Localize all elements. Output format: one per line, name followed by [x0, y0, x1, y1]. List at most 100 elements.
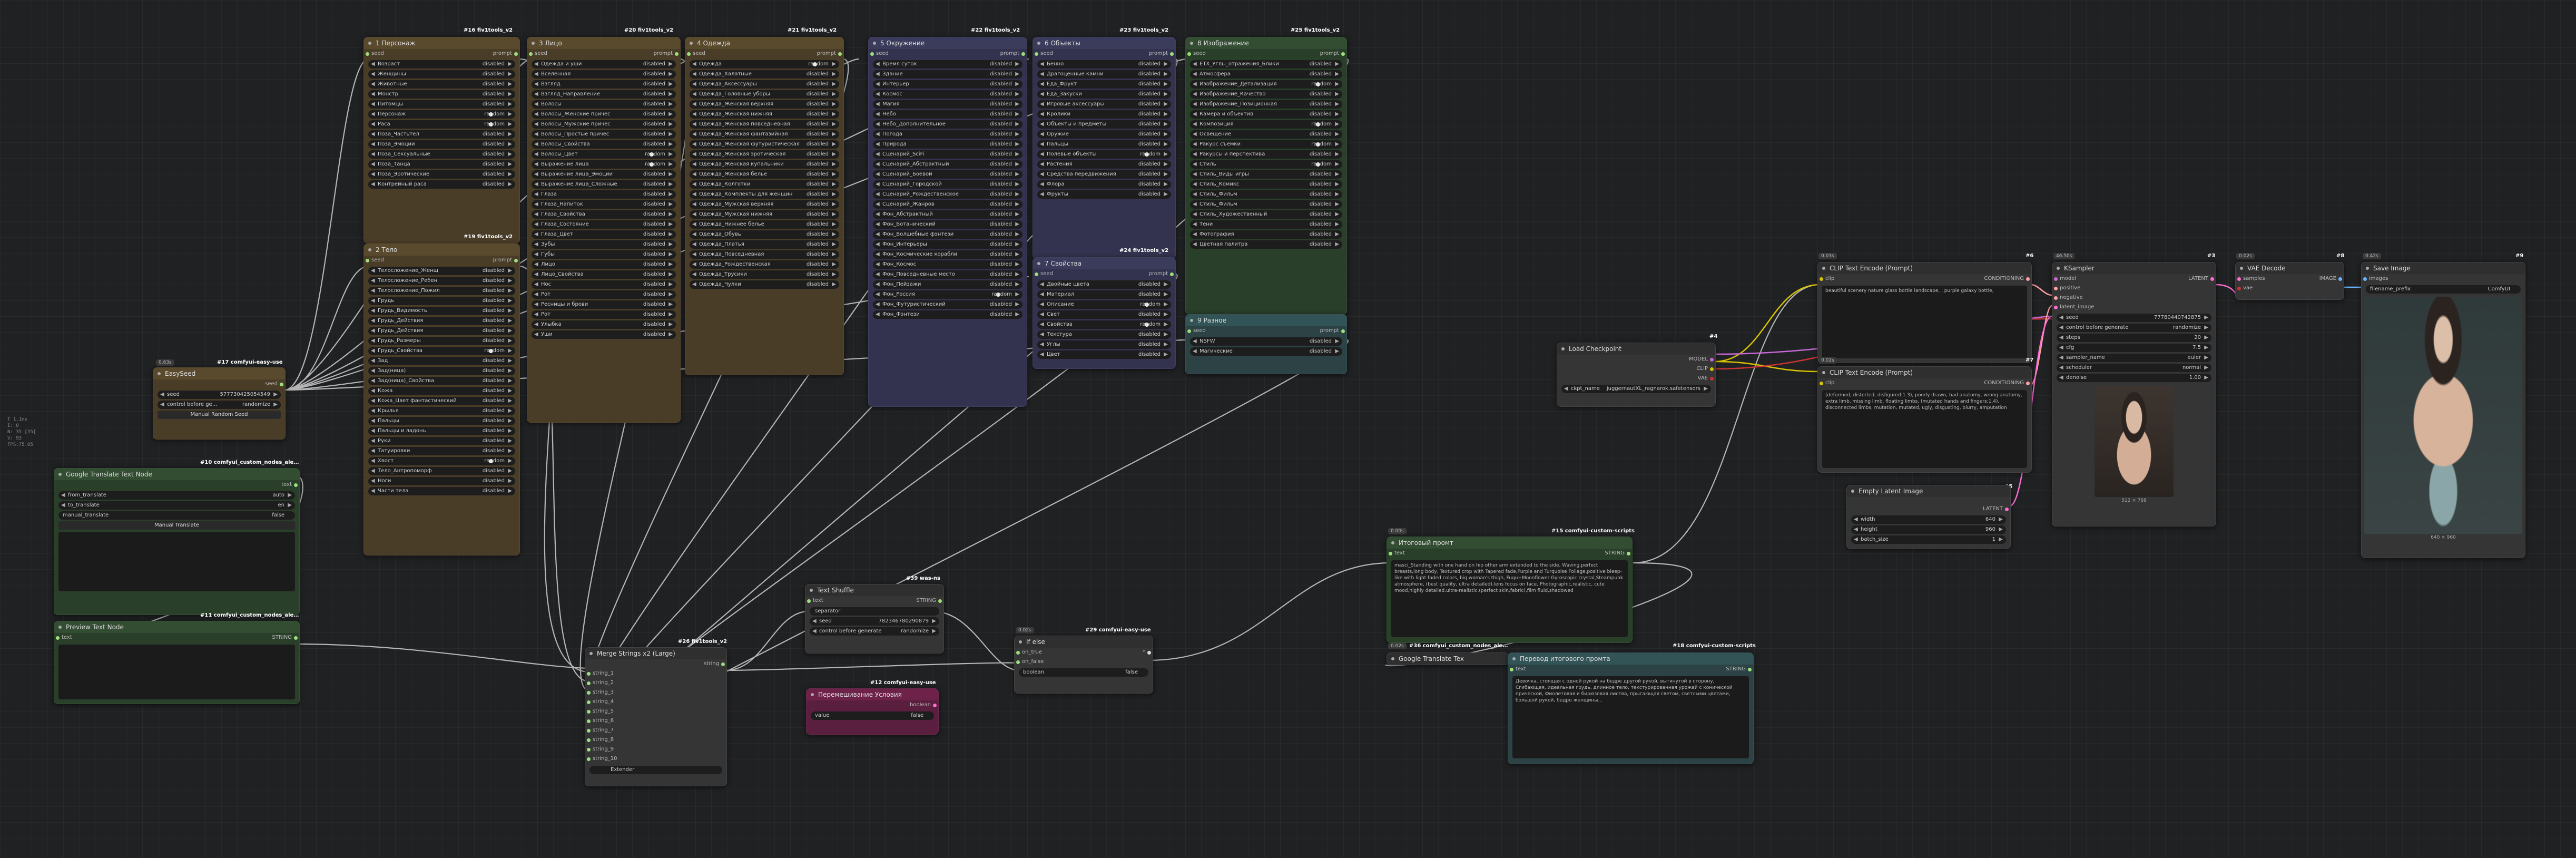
category-widget[interactable]: ◀ Поза_Частьтел disabled ▶	[368, 130, 515, 139]
category-widget[interactable]: ◀ Флора disabled ▶	[1037, 180, 1171, 189]
input-pin[interactable]	[587, 748, 591, 752]
ksampler-node[interactable]: KSampler model LATENT positive negative l…	[2052, 262, 2216, 526]
extender-widget[interactable]: Extender	[589, 766, 722, 774]
category-widget[interactable]: ◀ Текстура disabled ▶	[1037, 330, 1171, 339]
category-widget[interactable]: ◀ Камера и объектив disabled ▶	[1190, 110, 1342, 119]
category-widget[interactable]: ◀ Глаза disabled ▶	[532, 190, 676, 199]
prompt-pin[interactable]	[1341, 329, 1345, 333]
node-header[interactable]: If else	[1015, 636, 1153, 648]
ksampler-widget[interactable]: ◀ cfg 7.5 ▶	[2057, 344, 2211, 352]
translate-text-area[interactable]	[58, 532, 295, 591]
merge-input[interactable]: string_3	[585, 688, 726, 697]
prompt-pin[interactable]	[514, 259, 518, 262]
output-pin[interactable]	[1748, 668, 1752, 671]
category-widget[interactable]: ◀ Поза_Эротические disabled ▶	[368, 170, 515, 179]
category-widget[interactable]: ◀ Фотография disabled ▶	[1190, 230, 1342, 239]
graph-canvas[interactable]: T 1.1ms I: 0 N: 35 [35] V: 93 FPS:75.05 …	[0, 0, 2576, 858]
category-widget[interactable]: ◀ Свет disabled ▶	[1037, 310, 1171, 319]
prompt-pin[interactable]	[675, 52, 679, 56]
category-widget[interactable]: ◀ Пальцы disabled ▶	[1037, 140, 1171, 149]
category-widget[interactable]: ◀ Стиль_Виды игры disabled ▶	[1190, 170, 1342, 179]
category-widget[interactable]: ◀ Одежда_Обувь disabled ▶	[690, 230, 839, 239]
output-pin[interactable]	[2005, 508, 2009, 511]
category-widget[interactable]: ◀ Одежда_Платья disabled ▶	[690, 240, 839, 249]
category-widget[interactable]: ◀ Космос disabled ▶	[873, 90, 1022, 99]
node-header[interactable]: Text Shuffle	[805, 584, 943, 596]
category-widget[interactable]: ◀ Тени disabled ▶	[1190, 220, 1342, 229]
prompt-pin[interactable]	[1170, 52, 1174, 56]
category-widget[interactable]: ◀ Свойства random ▶	[1037, 320, 1171, 329]
input-pin[interactable]	[1510, 668, 1513, 671]
output-pin[interactable]	[294, 483, 298, 487]
node-header[interactable]: Merge Strings x2 (Large)	[585, 648, 726, 659]
category-widget[interactable]: ◀ Монстр disabled ▶	[368, 90, 515, 99]
category-widget[interactable]: ◀ Фон_Пейзажи disabled ▶	[873, 280, 1022, 289]
category-widget[interactable]: ◀ Описание random ▶	[1037, 300, 1171, 309]
input-pin[interactable]	[807, 599, 811, 603]
category-widget[interactable]: ◀ Игровые аксессуары disabled ▶	[1037, 100, 1171, 109]
category-widget[interactable]: ◀ Возраст disabled ▶	[368, 60, 515, 69]
category-widget[interactable]: ◀ Двойные цвета disabled ▶	[1037, 280, 1171, 289]
category-widget[interactable]: ◀ Фрукты disabled ▶	[1037, 190, 1171, 199]
category-widget[interactable]: ◀ Лицо_Свойства disabled ▶	[532, 270, 676, 279]
category-widget[interactable]: ◀ Сценарий_Боевой disabled ▶	[873, 170, 1022, 179]
merge-input[interactable]: string_10	[585, 754, 726, 764]
manual-random-seed-button[interactable]: Manual Random Seed	[158, 411, 281, 419]
node-header[interactable]: Empty Latent Image	[1847, 485, 2010, 497]
input-pin[interactable]	[587, 729, 591, 733]
category-widget[interactable]: ◀ Стиль_Комикс disabled ▶	[1190, 180, 1342, 189]
input-pin[interactable]	[587, 738, 591, 742]
category-widget[interactable]: ◀ Грудь disabled ▶	[368, 297, 515, 305]
input-pin[interactable]	[2054, 296, 2058, 300]
merge-input[interactable]: string_8	[585, 735, 726, 745]
input-pin[interactable]	[587, 691, 591, 695]
output-pin[interactable]	[938, 599, 942, 603]
category-widget[interactable]: ◀ Выражение лица_Эмоции disabled ▶	[532, 170, 676, 179]
category-widget[interactable]: ◀ Растения disabled ▶	[1037, 160, 1171, 169]
input-pin[interactable]	[1820, 382, 1823, 385]
node-header[interactable]: Google Translate Text Node	[54, 469, 299, 480]
node-header[interactable]: 7 Свойства	[1033, 258, 1175, 269]
seed-widget[interactable]: ◀ seed 782346780290879 ▶	[810, 617, 939, 626]
category-widget[interactable]: ◀ Фон_Фэнтези disabled ▶	[873, 310, 1022, 319]
category-node-n2[interactable]: 2 Тело seed prompt ◀ Телосложение_Женщ disabl…	[363, 243, 520, 555]
category-widget[interactable]: ◀ Телосложение_Пожил disabled ▶	[368, 287, 515, 295]
category-widget[interactable]: ◀ Тело_Антропоморф disabled ▶	[368, 467, 515, 475]
category-widget[interactable]: ◀ Одежда_Женская верхняя disabled ▶	[690, 100, 839, 109]
category-widget[interactable]: ◀ Атмосфера disabled ▶	[1190, 70, 1342, 79]
node-header[interactable]: Google Translate Tex	[1387, 653, 1508, 665]
width-widget[interactable]: ◀ width 640 ▶	[1851, 515, 2006, 524]
ksampler-widget[interactable]: ◀ steps 20 ▶	[2057, 334, 2211, 342]
easyseed-node[interactable]: EasySeed seed ◀ seed 577730425054549 ▶ ◀ con…	[153, 367, 286, 440]
category-widget[interactable]: ◀ Интерьер disabled ▶	[873, 80, 1022, 89]
input-pin[interactable]	[2237, 287, 2241, 290]
output-pin[interactable]	[294, 636, 298, 640]
control-widget[interactable]: ◀ control before ge… randomize ▶	[158, 401, 281, 409]
filename-prefix-widget[interactable]: filename_prefix ComfyUI	[2366, 285, 2521, 294]
prompt-pin[interactable]	[1021, 52, 1025, 56]
category-widget[interactable]: ◀ Глаза_Свойства disabled ▶	[532, 210, 676, 219]
category-widget[interactable]: ◀ Одежда_Женская белье disabled ▶	[690, 170, 839, 179]
category-widget[interactable]: ◀ Сценарий_SciFi disabled ▶	[873, 150, 1022, 159]
category-widget[interactable]: ◀ Время суток disabled ▶	[873, 60, 1022, 69]
category-widget[interactable]: ◀ Цветная палитра disabled ▶	[1190, 240, 1342, 249]
node-header[interactable]: 6 Объекты	[1033, 37, 1175, 49]
category-node-n1[interactable]: 1 Персонаж seed prompt ◀ Возраст disabled ▶ ◀ Же…	[363, 37, 520, 243]
category-widget[interactable]: ◀ Одежда_Комплекты для женщин disabled ▶	[690, 190, 839, 199]
category-widget[interactable]: ◀ Углы disabled ▶	[1037, 340, 1171, 349]
category-widget[interactable]: ◀ Волосы_Цвет random ▶	[532, 150, 676, 159]
input-pin[interactable]	[1820, 277, 1823, 281]
vae-decode-node[interactable]: VAE Decode samples IMAGE vae	[2235, 262, 2344, 300]
category-widget[interactable]: ◀ Волосы_Женские причес disabled ▶	[532, 110, 676, 119]
category-widget[interactable]: ◀ Пальцы disabled ▶	[368, 417, 515, 425]
final-prompt-node[interactable]: Итоговый промт text STRING masci_Standing…	[1387, 537, 1633, 643]
category-widget[interactable]: ◀ Фон_Россия random ▶	[873, 290, 1022, 299]
category-widget[interactable]: ◀ Взгляд_Направление disabled ▶	[532, 90, 676, 99]
category-widget[interactable]: ◀ Одежда и уши disabled ▶	[532, 60, 676, 69]
input-pin[interactable]	[587, 681, 591, 685]
category-widget[interactable]: ◀ Глаза_Цвет disabled ▶	[532, 230, 676, 239]
value-widget[interactable]: value false	[811, 711, 934, 720]
category-widget[interactable]: ◀ Пальцы и ладонь disabled ▶	[368, 427, 515, 435]
node-header[interactable]: 9 Разное	[1186, 315, 1346, 326]
seed-pin[interactable]	[1187, 52, 1191, 56]
